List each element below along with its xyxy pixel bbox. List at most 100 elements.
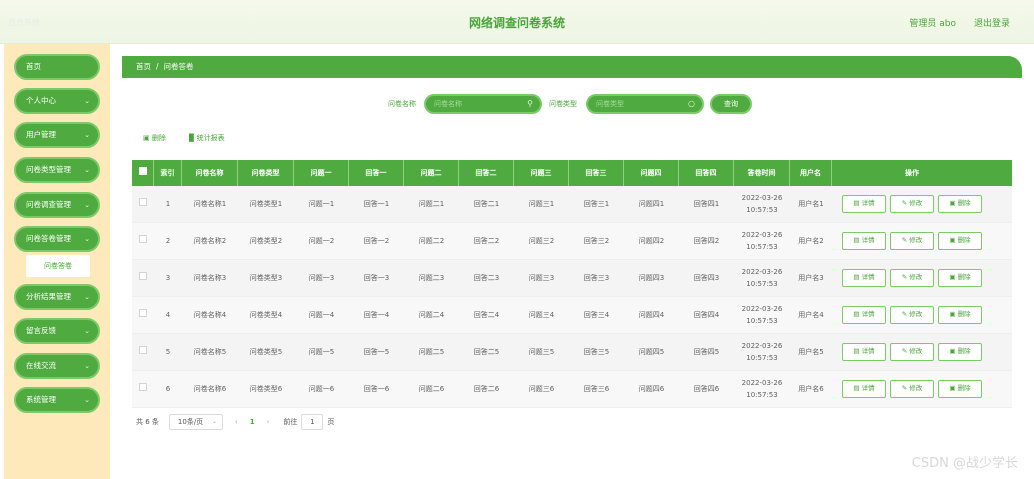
sidebar-item-answer-sheets[interactable]: 问卷答卷管理 ⌄ xyxy=(14,226,100,252)
chevron-down-icon: ⌄ xyxy=(84,201,90,209)
table-cell: 问题三5 xyxy=(528,348,555,356)
system-title: 网络调查问卷系统 xyxy=(468,16,565,30)
table-cell: 问卷名称5 xyxy=(193,348,227,356)
col-header: 问题一 xyxy=(294,160,349,186)
table-cell: 问卷名称6 xyxy=(193,385,227,393)
logout-link[interactable]: 退出登录 xyxy=(974,16,1010,29)
col-header: 问题三 xyxy=(514,160,569,186)
table-cell: 回答二4 xyxy=(473,311,500,319)
table-cell: 问题二1 xyxy=(418,200,445,208)
page-number-current[interactable]: 1 xyxy=(250,418,255,426)
col-header: 问题二 xyxy=(404,160,459,186)
detail-button[interactable]: ▤ 详情 xyxy=(842,343,886,361)
chevron-down-icon: ⌄ xyxy=(84,362,90,370)
delete-button[interactable]: ▣ 删除 xyxy=(938,343,982,361)
prev-page-button[interactable]: ‹ xyxy=(235,418,238,426)
table-cell: 回答一3 xyxy=(363,274,390,282)
document-icon: ▤ xyxy=(853,384,862,392)
sidebar-subitem-answer-sheet[interactable]: 问卷答卷 xyxy=(26,255,90,277)
table-cell: 问题四1 xyxy=(638,200,665,208)
edit-button[interactable]: ✎ 修改 xyxy=(890,306,934,324)
edit-button[interactable]: ✎ 修改 xyxy=(890,269,934,287)
breadcrumb-home[interactable]: 首页 xyxy=(136,62,151,71)
row-checkbox[interactable] xyxy=(132,198,154,210)
table-cell: 问卷类型4 xyxy=(249,311,283,319)
col-header: 问卷类型 xyxy=(238,160,294,186)
survey-type-input[interactable]: 问卷类型 ○ xyxy=(586,94,704,114)
table-cell: 问卷名称4 xyxy=(193,311,227,319)
row-checkbox[interactable] xyxy=(132,309,154,321)
table-header: 索引 问卷名称 问卷类型 问题一 回答一 问题二 回答二 问题三 回答三 问题四… xyxy=(132,160,1012,186)
document-icon: ▤ xyxy=(853,310,862,318)
sidebar-item-home[interactable]: 首页 xyxy=(14,54,100,80)
detail-button[interactable]: ▤ 详情 xyxy=(842,306,886,324)
sidebar-item-survey-types[interactable]: 问卷类型管理 ⌄ xyxy=(14,157,100,183)
trash-icon: ▣ xyxy=(949,199,958,207)
table-row: 4 问卷名称4 问卷类型4 问题一4 回答一4 问题二4 回答二4 问题三4 回答三4 问题四4 回… xyxy=(132,297,1012,334)
sidebar-item-chat[interactable]: 在线交流 ⌄ xyxy=(14,353,100,379)
table-cell: 回答一2 xyxy=(363,237,390,245)
delete-button[interactable]: ▣ 删除 xyxy=(938,269,982,287)
stats-report-button[interactable]: ▉ 统计报表 xyxy=(189,133,225,143)
total-count: 共 6 条 xyxy=(136,418,159,426)
delete-button[interactable]: ▣ 删除 xyxy=(938,306,982,324)
col-header: 操作 xyxy=(905,169,919,177)
sidebar-item-feedback[interactable]: 留言反馈 ⌄ xyxy=(14,318,100,344)
table-row: 5 问卷名称5 问卷类型5 问题一5 回答一5 问题二5 回答二5 问题三5 回答三5 问题四5 回… xyxy=(132,334,1012,371)
table-cell: 问题一3 xyxy=(308,274,335,282)
answer-time: 10:57:53 xyxy=(746,317,778,325)
row-checkbox[interactable] xyxy=(132,346,154,358)
row-checkbox[interactable] xyxy=(132,383,154,395)
answer-date: 2022-03-26 xyxy=(741,268,783,276)
pagination: 共 6 条 10条/页 ⌄ ‹ 1 › 前往 1 页 xyxy=(136,414,334,430)
page-size-select[interactable]: 10条/页 ⌄ xyxy=(168,414,223,430)
row-checkbox[interactable] xyxy=(132,272,154,284)
edit-button[interactable]: ✎ 修改 xyxy=(890,195,934,213)
query-button[interactable]: 查询 xyxy=(710,94,752,114)
row-actions: ▤ 详情 ✎ 修改 ▣ 删除 xyxy=(832,306,992,324)
edit-button[interactable]: ✎ 修改 xyxy=(890,232,934,250)
detail-button[interactable]: ▤ 详情 xyxy=(842,269,886,287)
delete-button[interactable]: ▣ 删除 xyxy=(938,380,982,398)
answer-time-cell: 2022-03-26 10:57:53 xyxy=(734,192,790,216)
sidebar-item-users[interactable]: 用户管理 ⌄ xyxy=(14,122,100,148)
survey-name-input[interactable]: 问卷名称 ⚲ xyxy=(424,94,542,114)
row-checkbox[interactable] xyxy=(132,235,154,247)
sidebar-item-analysis[interactable]: 分析结果管理 ⌄ xyxy=(14,284,100,310)
table-row: 6 问卷名称6 问卷类型6 问题一6 回答一6 问题二6 回答二6 问题三6 回答三6 问题四6 回… xyxy=(132,371,1012,408)
table-cell: 问卷名称1 xyxy=(193,200,227,208)
col-header: 问题四 xyxy=(624,160,679,186)
answer-table: 索引 问卷名称 问卷类型 问题一 回答一 问题二 回答二 问题三 回答三 问题四… xyxy=(132,160,1012,408)
table-cell: 问卷类型5 xyxy=(249,348,283,356)
sidebar-item-system[interactable]: 系统管理 ⌄ xyxy=(14,387,100,413)
detail-button[interactable]: ▤ 详情 xyxy=(842,195,886,213)
next-page-button[interactable]: › xyxy=(267,418,270,426)
delete-button[interactable]: ▣ 删除 xyxy=(938,232,982,250)
table-cell: 问题三1 xyxy=(528,200,555,208)
table-cell: 问题四4 xyxy=(638,311,665,319)
table-cell: 回答三1 xyxy=(583,200,610,208)
edit-button[interactable]: ✎ 修改 xyxy=(890,380,934,398)
answer-date: 2022-03-26 xyxy=(741,379,783,387)
chevron-down-icon: ⌄ xyxy=(84,166,90,174)
goto-page-input[interactable]: 1 xyxy=(301,414,324,430)
table-cell: 3 xyxy=(165,274,171,282)
table-cell: 问题一2 xyxy=(308,237,335,245)
table-cell: 问卷名称2 xyxy=(193,237,227,245)
table-cell: 问题四3 xyxy=(638,274,665,282)
batch-delete-button[interactable]: ▣ 删除 xyxy=(143,133,166,143)
trash-icon: ▣ xyxy=(949,384,958,392)
username-cell: 用户名3 xyxy=(798,274,824,282)
table-body: 1 问卷名称1 问卷类型1 问题一1 回答一1 问题二1 回答二1 问题三1 回答三1 问题四1 回… xyxy=(132,186,1012,408)
select-all-checkbox[interactable] xyxy=(132,160,154,186)
delete-button[interactable]: ▣ 删除 xyxy=(938,195,982,213)
detail-button[interactable]: ▤ 详情 xyxy=(842,380,886,398)
table-cell: 问卷名称3 xyxy=(193,274,227,282)
trash-icon: ▣ xyxy=(143,134,152,142)
detail-button[interactable]: ▤ 详情 xyxy=(842,232,886,250)
edit-button[interactable]: ✎ 修改 xyxy=(890,343,934,361)
survey-type-label: 问卷类型 xyxy=(549,100,577,108)
sidebar-item-surveys[interactable]: 问卷调查管理 ⌄ xyxy=(14,192,100,218)
table-cell: 回答二5 xyxy=(473,348,500,356)
sidebar-item-profile[interactable]: 个人中心 ⌄ xyxy=(14,88,100,114)
